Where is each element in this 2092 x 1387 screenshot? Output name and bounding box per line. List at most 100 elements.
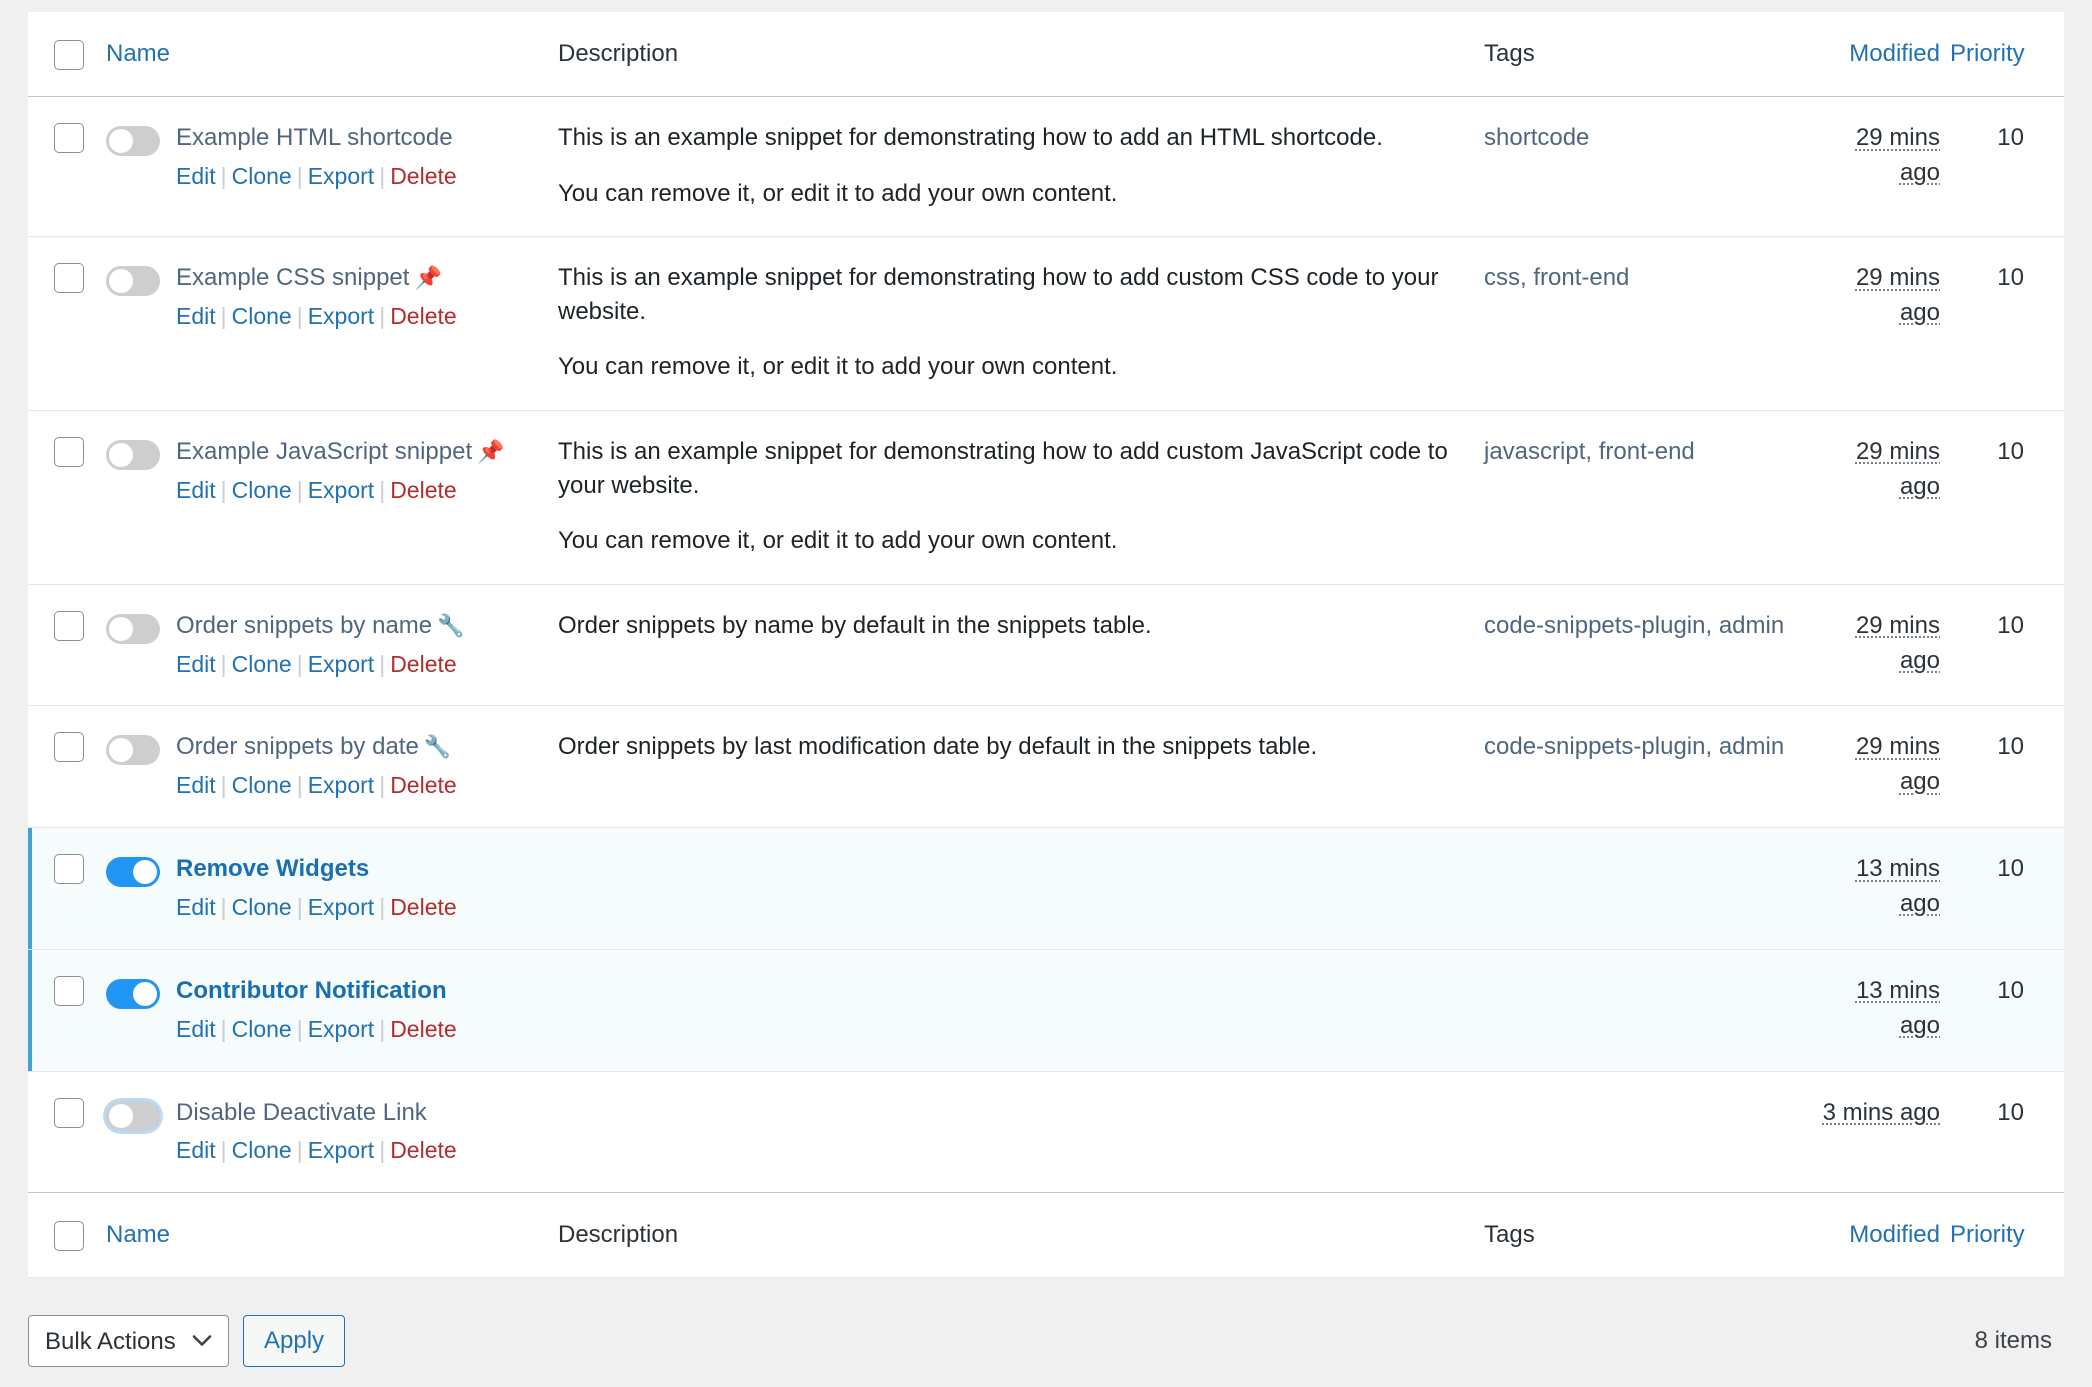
snippet-title-link[interactable]: Remove Widgets bbox=[176, 855, 369, 882]
tag-separator: , bbox=[1705, 612, 1718, 639]
row-checkbox[interactable] bbox=[54, 437, 84, 467]
delete-link[interactable]: Delete bbox=[390, 163, 456, 189]
priority-value: 10 bbox=[1997, 733, 2024, 760]
edit-link[interactable]: Edit bbox=[176, 1016, 216, 1042]
snippet-priority-cell: 10 bbox=[1950, 97, 2064, 237]
column-footer-description: Description bbox=[558, 1193, 1480, 1278]
column-header-description: Description bbox=[558, 12, 1480, 97]
tag-link[interactable]: code-snippets-plugin bbox=[1484, 733, 1705, 760]
select-all-checkbox-top[interactable] bbox=[54, 40, 84, 70]
clone-link[interactable]: Clone bbox=[232, 1016, 292, 1042]
snippet-tags-cell bbox=[1480, 828, 1810, 950]
snippet-activate-toggle[interactable] bbox=[106, 1101, 160, 1131]
snippet-modified-cell: 13 mins ago bbox=[1810, 828, 1950, 950]
export-link[interactable]: Export bbox=[308, 1016, 374, 1042]
clone-link[interactable]: Clone bbox=[232, 303, 292, 329]
tag-link[interactable]: code-snippets-plugin bbox=[1484, 612, 1705, 639]
export-link[interactable]: Export bbox=[308, 163, 374, 189]
snippet-title-link[interactable]: Example JavaScript snippet bbox=[176, 438, 472, 465]
modified-time: 13 mins ago bbox=[1856, 977, 1940, 1039]
snippet-activate-toggle[interactable] bbox=[106, 126, 160, 156]
delete-link[interactable]: Delete bbox=[390, 1137, 456, 1163]
tag-link[interactable]: admin bbox=[1719, 733, 1784, 760]
edit-link[interactable]: Edit bbox=[176, 303, 216, 329]
sort-by-priority-link-bottom[interactable]: Priority bbox=[1950, 1221, 2025, 1248]
row-select-cell bbox=[28, 97, 106, 237]
edit-link[interactable]: Edit bbox=[176, 772, 216, 798]
tag-link[interactable]: shortcode bbox=[1484, 124, 1589, 151]
snippet-activate-toggle[interactable] bbox=[106, 266, 160, 296]
export-link[interactable]: Export bbox=[308, 894, 374, 920]
priority-value: 10 bbox=[1997, 612, 2024, 639]
table-row: Disable Deactivate LinkEdit|Clone|Export… bbox=[28, 1071, 2064, 1193]
description-paragraph: This is an example snippet for demonstra… bbox=[558, 261, 1466, 328]
row-checkbox[interactable] bbox=[54, 123, 84, 153]
bulk-actions-select[interactable]: Bulk Actions bbox=[28, 1315, 229, 1367]
action-separator: | bbox=[216, 1137, 232, 1163]
clone-link[interactable]: Clone bbox=[232, 1137, 292, 1163]
snippet-activate-toggle[interactable] bbox=[106, 979, 160, 1009]
clone-link[interactable]: Clone bbox=[232, 772, 292, 798]
sort-by-modified-link-bottom[interactable]: Modified bbox=[1849, 1221, 1940, 1248]
tag-link[interactable]: admin bbox=[1719, 612, 1784, 639]
snippet-activate-toggle[interactable] bbox=[106, 614, 160, 644]
edit-link[interactable]: Edit bbox=[176, 651, 216, 677]
delete-link[interactable]: Delete bbox=[390, 1016, 456, 1042]
export-link[interactable]: Export bbox=[308, 303, 374, 329]
snippet-title-link[interactable]: Order snippets by name bbox=[176, 612, 432, 639]
row-checkbox[interactable] bbox=[54, 1098, 84, 1128]
wrench-icon: 🔧 bbox=[437, 610, 464, 642]
clone-link[interactable]: Clone bbox=[232, 477, 292, 503]
snippet-activate-toggle[interactable] bbox=[106, 440, 160, 470]
edit-link[interactable]: Edit bbox=[176, 477, 216, 503]
snippet-title-link[interactable]: Example CSS snippet bbox=[176, 264, 409, 291]
apply-button[interactable]: Apply bbox=[243, 1315, 345, 1367]
edit-link[interactable]: Edit bbox=[176, 1137, 216, 1163]
snippet-activate-toggle[interactable] bbox=[106, 735, 160, 765]
snippet-title-link[interactable]: Example HTML shortcode bbox=[176, 124, 453, 151]
tag-link[interactable]: css bbox=[1484, 264, 1520, 291]
tag-link[interactable]: front-end bbox=[1533, 264, 1629, 291]
modified-time: 29 mins ago bbox=[1856, 438, 1940, 500]
delete-link[interactable]: Delete bbox=[390, 303, 456, 329]
snippet-title-link[interactable]: Contributor Notification bbox=[176, 977, 447, 1004]
delete-link[interactable]: Delete bbox=[390, 894, 456, 920]
select-all-checkbox-bottom[interactable] bbox=[54, 1221, 84, 1251]
snippet-title-link[interactable]: Disable Deactivate Link bbox=[176, 1099, 427, 1126]
row-select-cell bbox=[28, 1071, 106, 1193]
snippet-modified-cell: 29 mins ago bbox=[1810, 237, 1950, 411]
export-link[interactable]: Export bbox=[308, 477, 374, 503]
sort-by-modified-link-top[interactable]: Modified bbox=[1849, 40, 1940, 67]
priority-value: 10 bbox=[1997, 124, 2024, 151]
row-checkbox[interactable] bbox=[54, 854, 84, 884]
tag-link[interactable]: javascript bbox=[1484, 438, 1585, 465]
clone-link[interactable]: Clone bbox=[232, 651, 292, 677]
delete-link[interactable]: Delete bbox=[390, 651, 456, 677]
edit-link[interactable]: Edit bbox=[176, 894, 216, 920]
row-checkbox[interactable] bbox=[54, 732, 84, 762]
snippet-name-block: Example CSS snippet📌Edit|Clone|Export|De… bbox=[176, 261, 457, 332]
action-separator: | bbox=[216, 1016, 232, 1042]
sort-by-name-link-bottom[interactable]: Name bbox=[106, 1221, 170, 1248]
tag-link[interactable]: front-end bbox=[1599, 438, 1695, 465]
delete-link[interactable]: Delete bbox=[390, 477, 456, 503]
edit-link[interactable]: Edit bbox=[176, 163, 216, 189]
snippet-activate-toggle[interactable] bbox=[106, 857, 160, 887]
action-separator: | bbox=[374, 163, 390, 189]
sort-by-priority-link-top[interactable]: Priority bbox=[1950, 40, 2025, 67]
sort-by-name-link-top[interactable]: Name bbox=[106, 40, 170, 67]
export-link[interactable]: Export bbox=[308, 651, 374, 677]
action-separator: | bbox=[374, 303, 390, 329]
clone-link[interactable]: Clone bbox=[232, 163, 292, 189]
snippet-priority-cell: 10 bbox=[1950, 706, 2064, 828]
snippet-title-link[interactable]: Order snippets by date bbox=[176, 733, 419, 760]
export-link[interactable]: Export bbox=[308, 772, 374, 798]
row-checkbox[interactable] bbox=[54, 611, 84, 641]
table-row: Order snippets by date🔧Edit|Clone|Export… bbox=[28, 706, 2064, 828]
action-separator: | bbox=[216, 894, 232, 920]
export-link[interactable]: Export bbox=[308, 1137, 374, 1163]
row-checkbox[interactable] bbox=[54, 263, 84, 293]
delete-link[interactable]: Delete bbox=[390, 772, 456, 798]
row-checkbox[interactable] bbox=[54, 976, 84, 1006]
clone-link[interactable]: Clone bbox=[232, 894, 292, 920]
